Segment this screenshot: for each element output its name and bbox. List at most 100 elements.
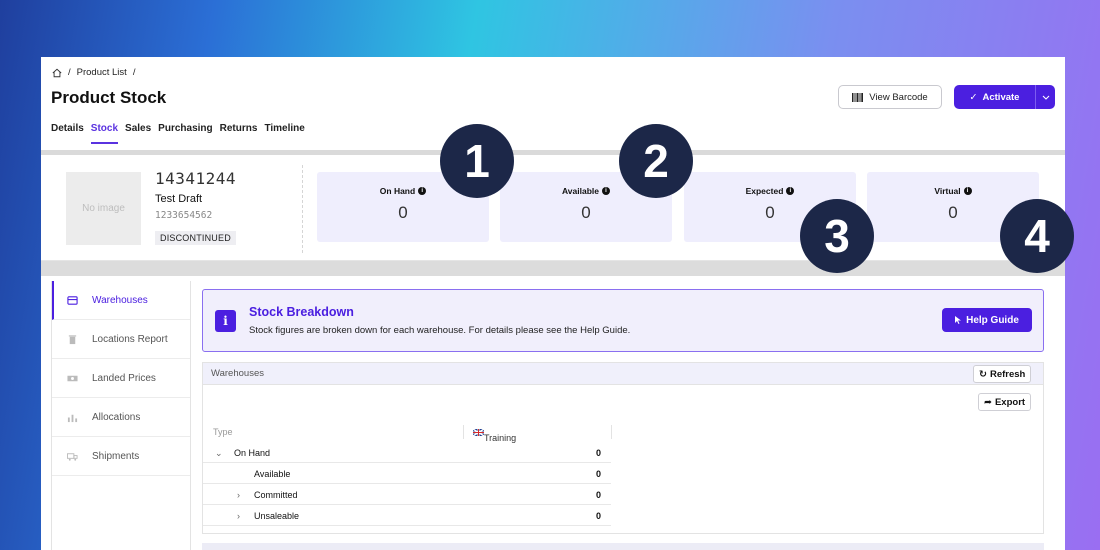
product-code: 1233654562 bbox=[155, 210, 213, 221]
table-row[interactable]: › Committed 0 bbox=[203, 484, 611, 505]
stock-side-menu: Warehouses Locations Report Landed Price… bbox=[51, 281, 191, 550]
stat-label: On Hand bbox=[379, 186, 416, 196]
banner-subtitle: Stock figures are broken down for each w… bbox=[249, 325, 631, 336]
banner-title: Stock Breakdown bbox=[249, 305, 354, 319]
row-label: Unsaleable bbox=[254, 511, 300, 521]
stock-table: Type Training ⌄ On Hand 0 Available 0 › … bbox=[203, 421, 1043, 549]
tab-returns[interactable]: Returns bbox=[220, 123, 258, 144]
chevron-down-icon bbox=[1042, 95, 1049, 100]
tab-timeline[interactable]: Timeline bbox=[264, 123, 304, 144]
product-summary-card: No image 14341244 Test Draft 1233654562 … bbox=[41, 155, 1065, 261]
share-icon: ➦ bbox=[984, 396, 992, 408]
info-icon[interactable]: i bbox=[786, 187, 795, 195]
stat-value: 0 bbox=[581, 203, 591, 222]
activate-dropdown-toggle[interactable] bbox=[1035, 85, 1055, 109]
uk-flag-icon bbox=[472, 428, 485, 437]
col-warehouse[interactable]: Training bbox=[472, 427, 516, 443]
side-item-landed-prices[interactable]: Landed Prices bbox=[52, 359, 190, 398]
callout-1: 1 bbox=[440, 124, 514, 198]
breadcrumb-separator: / bbox=[132, 67, 136, 78]
panel-title: Warehouses bbox=[211, 368, 264, 379]
column-divider bbox=[463, 425, 464, 439]
product-sku: 14341244 bbox=[155, 169, 237, 188]
app-window: / Product List / Product Stock Details S… bbox=[41, 57, 1065, 550]
next-panel-edge bbox=[202, 543, 1044, 550]
side-item-shipments[interactable]: Shipments bbox=[52, 437, 190, 476]
callout-3: 3 bbox=[800, 199, 874, 273]
export-button[interactable]: ➦ Export bbox=[978, 393, 1032, 411]
row-label: Available bbox=[254, 469, 291, 479]
activate-button[interactable]: ✓ Activate bbox=[954, 85, 1055, 109]
stat-label: Virtual bbox=[934, 186, 961, 196]
home-icon[interactable] bbox=[52, 68, 62, 78]
status-badge: DISCONTINUED bbox=[155, 231, 236, 245]
warehouse-icon bbox=[67, 295, 78, 305]
col-type: Type bbox=[213, 427, 233, 437]
table-row[interactable]: ⌄ On Hand 0 bbox=[203, 442, 611, 463]
callout-2: 2 bbox=[619, 124, 693, 198]
tab-stock[interactable]: Stock bbox=[90, 123, 119, 144]
info-icon[interactable]: i bbox=[963, 187, 972, 195]
check-icon: ✓ bbox=[969, 91, 978, 103]
tab-details[interactable]: Details bbox=[51, 123, 84, 144]
help-guide-label: Help Guide bbox=[966, 314, 1019, 326]
side-item-label: Locations Report bbox=[92, 333, 168, 345]
panel-header: Warehouses ↻ Refresh bbox=[203, 363, 1043, 385]
refresh-button[interactable]: ↻ Refresh bbox=[973, 365, 1032, 383]
column-divider bbox=[611, 425, 612, 439]
activate-label: Activate bbox=[982, 91, 1020, 103]
tab-purchasing[interactable]: Purchasing bbox=[158, 123, 212, 144]
page-header: / Product List / Product Stock Details S… bbox=[41, 57, 1065, 150]
row-value: 0 bbox=[596, 469, 602, 479]
side-item-allocations[interactable]: Allocations bbox=[52, 398, 190, 437]
info-icon[interactable]: i bbox=[418, 187, 427, 195]
trash-icon bbox=[68, 334, 77, 344]
tab-bar: Details Stock Sales Purchasing Returns T… bbox=[51, 123, 305, 144]
chevron-right-icon[interactable]: › bbox=[237, 511, 240, 521]
export-label: Export bbox=[994, 396, 1026, 408]
row-label: Committed bbox=[254, 490, 298, 500]
help-guide-button[interactable]: Help Guide bbox=[942, 308, 1032, 332]
warehouses-panel: Warehouses ↻ Refresh ➦ Export Type Train… bbox=[202, 362, 1044, 549]
product-image-placeholder: No image bbox=[66, 172, 141, 245]
table-row[interactable]: › Unsaleable 0 bbox=[203, 505, 611, 526]
side-item-label: Landed Prices bbox=[92, 372, 156, 384]
tab-sales[interactable]: Sales bbox=[125, 123, 151, 144]
callout-4: 4 bbox=[1000, 199, 1074, 273]
row-value: 0 bbox=[596, 511, 602, 521]
cash-icon bbox=[67, 375, 78, 381]
view-barcode-label: View Barcode bbox=[869, 91, 928, 103]
chevron-right-icon[interactable]: › bbox=[237, 490, 240, 500]
table-row: Available 0 bbox=[203, 463, 611, 484]
divider bbox=[41, 261, 1065, 276]
side-item-label: Shipments bbox=[92, 450, 140, 462]
row-label: On Hand bbox=[234, 448, 271, 458]
breadcrumb: / Product List / bbox=[52, 67, 135, 78]
side-item-label: Allocations bbox=[92, 411, 141, 423]
cursor-icon bbox=[955, 316, 962, 324]
side-item-warehouses[interactable]: Warehouses bbox=[52, 281, 190, 320]
row-value: 0 bbox=[596, 448, 602, 458]
info-icon[interactable]: i bbox=[602, 187, 610, 195]
row-value: 0 bbox=[596, 490, 602, 500]
chevron-down-icon[interactable]: ⌄ bbox=[215, 448, 223, 459]
side-item-label: Warehouses bbox=[92, 294, 148, 306]
stock-breakdown-banner: i Stock Breakdown Stock figures are brok… bbox=[202, 289, 1044, 352]
page-title: Product Stock bbox=[51, 88, 167, 107]
refresh-label: Refresh bbox=[989, 368, 1026, 380]
truck-icon bbox=[67, 452, 78, 461]
stat-label: Expected bbox=[745, 186, 784, 196]
info-icon: i bbox=[215, 310, 236, 332]
product-name: Test Draft bbox=[155, 193, 203, 205]
barcode-icon bbox=[852, 92, 864, 102]
activate-main[interactable]: ✓ Activate bbox=[954, 92, 1035, 103]
breadcrumb-product-list[interactable]: Product List bbox=[77, 67, 127, 78]
side-item-locations-report[interactable]: Locations Report bbox=[52, 320, 190, 359]
bars-icon bbox=[67, 414, 78, 422]
refresh-icon: ↻ bbox=[979, 368, 987, 380]
divider bbox=[302, 165, 303, 253]
view-barcode-button[interactable]: View Barcode bbox=[838, 85, 942, 109]
stat-value: 0 bbox=[398, 203, 408, 222]
stat-label: Available bbox=[561, 186, 599, 196]
table-header-row: Type Training bbox=[203, 421, 1043, 443]
